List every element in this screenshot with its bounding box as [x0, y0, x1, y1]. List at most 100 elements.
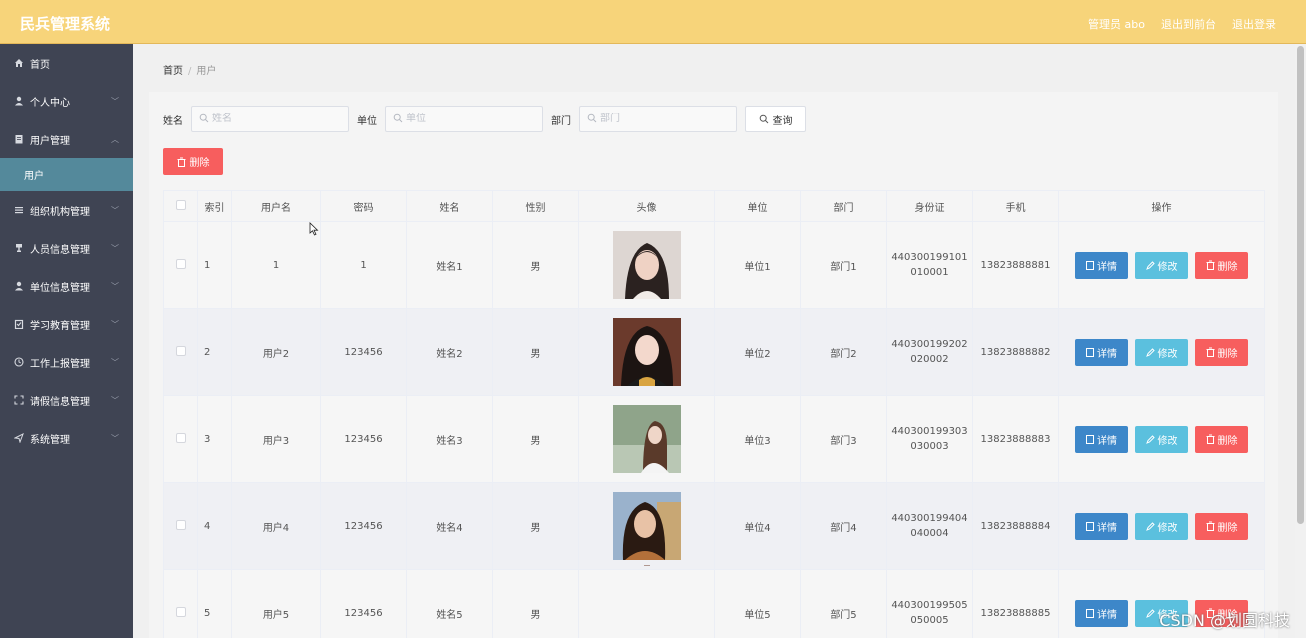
- mouse-cursor-icon: [309, 222, 319, 239]
- sidebar-item-leave-management[interactable]: 请假信息管理 ﹀: [0, 381, 133, 419]
- page-scrollbar[interactable]: [1295, 44, 1306, 638]
- row-checkbox[interactable]: [175, 432, 186, 443]
- breadcrumb-home[interactable]: 首页: [163, 66, 183, 77]
- sidebar-item-org-management[interactable]: 组织机构管理 ﹀: [0, 191, 133, 229]
- top-links: 管理员 abo 退出到前台 退出登录: [1088, 16, 1276, 32]
- password-cell: 123456: [320, 308, 407, 396]
- idcard-cell: 440300199101 010001: [886, 221, 973, 309]
- send-icon: [13, 432, 25, 444]
- edit-button[interactable]: 修改: [1135, 251, 1188, 279]
- idcard-part: 030003: [910, 441, 949, 452]
- delete-button[interactable]: 删除: [1195, 251, 1248, 279]
- sidebar-item-personnel-management[interactable]: 人员信息管理 ﹀: [0, 229, 133, 267]
- actions-cell: 详情 修改 删除: [1058, 308, 1265, 396]
- detail-button[interactable]: 详情: [1075, 251, 1128, 279]
- idcard-cell: 440300199303 030003: [886, 395, 973, 483]
- header-cell: 身份证: [886, 190, 973, 222]
- row-checkbox[interactable]: [175, 519, 186, 530]
- header-cell: 索引: [197, 190, 232, 222]
- document-icon: [1086, 347, 1094, 357]
- unit-filter-input[interactable]: [406, 113, 536, 124]
- document-icon: [1086, 521, 1094, 531]
- sidebar-item-unit-management[interactable]: 单位信息管理 ﹀: [0, 267, 133, 305]
- row-select-cell: [163, 395, 198, 483]
- detail-button-label: 详情: [1097, 522, 1117, 534]
- detail-button-label: 详情: [1097, 261, 1117, 273]
- row-select-cell: [163, 569, 198, 638]
- main-content: 首页/用户 姓名 单位 部门 查询 删: [133, 44, 1295, 638]
- app-title: 民兵管理系统: [20, 15, 111, 33]
- header-cell: 操作: [1058, 190, 1265, 222]
- delete-button[interactable]: 删除: [1195, 425, 1248, 453]
- password-cell: 123456: [320, 395, 407, 483]
- bulk-delete-button[interactable]: 删除: [163, 148, 223, 175]
- scrollbar-thumb[interactable]: [1297, 46, 1304, 524]
- delete-button[interactable]: 删除: [1195, 512, 1248, 540]
- sidebar-item-users[interactable]: 用户: [0, 158, 133, 191]
- name-filter-input[interactable]: [212, 113, 342, 124]
- chevron-down-icon: ﹀: [111, 244, 119, 253]
- header-cell: 部门: [800, 190, 887, 222]
- document-icon: [1086, 434, 1094, 444]
- detail-button[interactable]: 详情: [1075, 512, 1128, 540]
- chevron-down-icon: ﹀: [111, 206, 119, 215]
- dept-cell: 部门4: [800, 482, 887, 570]
- idcard-part: 010001: [910, 267, 949, 278]
- query-button[interactable]: 查询: [745, 106, 806, 132]
- user-table: 索引 用户名 密码 姓名 性别 头像 单位 部门 身份证 手机 操作 1 1 1…: [163, 190, 1265, 638]
- dept-filter-field[interactable]: [579, 106, 737, 132]
- header-cell: 用户名: [231, 190, 321, 222]
- row-select-cell: [163, 482, 198, 570]
- idcard-part: 440300199303: [891, 426, 968, 437]
- actions-cell: 详情 修改 删除: [1058, 482, 1265, 570]
- avatar: [643, 565, 650, 566]
- phone-cell: 13823888883: [972, 395, 1059, 483]
- search-icon: [393, 113, 403, 126]
- unit-filter-field[interactable]: [385, 106, 543, 132]
- row-checkbox[interactable]: [175, 606, 186, 617]
- trash-icon: [1206, 434, 1214, 444]
- sidebar-item-education-management[interactable]: 学习教育管理 ﹀: [0, 305, 133, 343]
- dept-filter-label: 部门: [551, 115, 571, 127]
- edit-button[interactable]: 修改: [1135, 425, 1188, 453]
- header-cell: 单位: [714, 190, 801, 222]
- sidebar-item-system-management[interactable]: 系统管理 ﹀: [0, 419, 133, 457]
- pencil-icon: [1145, 521, 1155, 531]
- name-filter-field[interactable]: [191, 106, 349, 132]
- unit-cell: 单位3: [714, 395, 801, 483]
- sidebar-item-personal-center[interactable]: 个人中心 ﹀: [0, 82, 133, 120]
- delete-button[interactable]: 删除: [1195, 338, 1248, 366]
- dept-cell: 部门3: [800, 395, 887, 483]
- chevron-down-icon: ﹀: [111, 396, 119, 405]
- sidebar-item-label: 请假信息管理: [30, 396, 90, 408]
- avatar-cell: [578, 395, 715, 483]
- row-checkbox[interactable]: [175, 345, 186, 356]
- sidebar-item-user-management[interactable]: 用户管理 ︿: [0, 120, 133, 158]
- sidebar-item-work-report-management[interactable]: 工作上报管理 ﹀: [0, 343, 133, 381]
- select-all-checkbox[interactable]: [175, 199, 186, 210]
- trash-icon: [1206, 347, 1214, 357]
- logout-link[interactable]: 退出登录: [1232, 16, 1276, 32]
- row-checkbox[interactable]: [175, 258, 186, 269]
- phone-cell: 13823888885: [972, 569, 1059, 638]
- edit-button[interactable]: 修改: [1135, 512, 1188, 540]
- dept-filter-input[interactable]: [600, 113, 730, 124]
- table-row: 2 用户2 123456 姓名2 男 单位2 部门2 440300199202 0…: [163, 308, 1265, 396]
- header-select-all[interactable]: [163, 190, 198, 222]
- avatar: [612, 405, 681, 473]
- avatar-cell: [578, 565, 715, 638]
- content-panel: 姓名 单位 部门 查询 删除: [149, 92, 1278, 638]
- detail-button[interactable]: 详情: [1075, 599, 1128, 627]
- username-cell: 用户2: [231, 308, 321, 396]
- detail-button-label: 详情: [1097, 435, 1117, 447]
- exit-to-front-link[interactable]: 退出到前台: [1161, 16, 1216, 32]
- edit-button[interactable]: 修改: [1135, 338, 1188, 366]
- unit-cell: 单位4: [714, 482, 801, 570]
- user-icon: [13, 95, 25, 107]
- detail-button[interactable]: 详情: [1075, 338, 1128, 366]
- phone-cell: 13823888882: [972, 308, 1059, 396]
- detail-button[interactable]: 详情: [1075, 425, 1128, 453]
- sidebar-item-home[interactable]: 首页: [0, 44, 133, 82]
- header-cell: 密码: [320, 190, 407, 222]
- idcard-part: 050005: [910, 615, 949, 626]
